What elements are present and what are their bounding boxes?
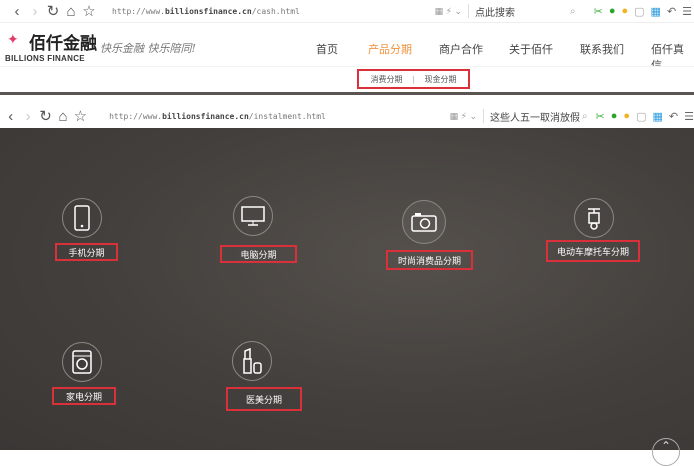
phone-icon[interactable] <box>62 198 102 238</box>
bookmark-star-icon[interactable]: ☆ <box>80 2 98 20</box>
address-bar[interactable]: http://www.billionsfinance.cn/cash.html <box>112 7 362 16</box>
apps-icon[interactable]: ▦ <box>651 5 661 18</box>
forward-icon[interactable]: › <box>26 3 44 20</box>
shield-icon[interactable]: ● <box>623 110 630 122</box>
refresh-icon[interactable]: ↻ <box>37 107 54 125</box>
nav-contact[interactable]: 联系我们 <box>580 41 624 57</box>
camera-icon[interactable] <box>402 200 446 244</box>
product-beauty[interactable]: 医美分期 <box>226 387 302 411</box>
reader-icon[interactable]: ▦ ⚡ ⌄ <box>351 111 477 122</box>
search-icon[interactable]: ⌕ <box>570 6 576 17</box>
product-phone[interactable]: 手机分期 <box>55 243 118 261</box>
undo-icon[interactable]: ↶ <box>667 5 676 18</box>
divider <box>483 109 484 123</box>
menu-icon[interactable]: ☰ <box>684 110 694 123</box>
nav-about[interactable]: 关于佰仟 <box>509 41 553 57</box>
scroll-top-icon[interactable]: ⌃ <box>652 438 680 466</box>
logo-mark-icon: ✦ <box>7 31 19 47</box>
nav-merchant[interactable]: 商户合作 <box>439 41 483 57</box>
reader-icon[interactable]: ▦ ⚡ ⌄ <box>362 6 462 17</box>
back-icon[interactable]: ‹ <box>2 108 19 125</box>
product-appliance[interactable]: 家电分期 <box>52 387 116 405</box>
home-icon[interactable]: ⌂ <box>54 108 71 125</box>
product-fashion[interactable]: 时尚消费品分期 <box>386 250 473 270</box>
scissors-icon[interactable]: ✂ <box>596 110 605 123</box>
image-icon[interactable]: ▢ <box>634 5 644 18</box>
search-input[interactable]: 点此搜索 <box>475 4 570 19</box>
menu-icon[interactable]: ☰ <box>682 5 692 18</box>
search-icon[interactable]: ⌕ <box>582 111 588 122</box>
subnav-consumer[interactable]: 消费分期 <box>370 74 402 85</box>
browser-toolbar-top: ‹ › ↻ ⌂ ☆ http://www.billionsfinance.cn/… <box>0 0 694 22</box>
page-divider <box>0 92 694 105</box>
image-icon[interactable]: ▢ <box>636 110 646 123</box>
lipstick-icon[interactable] <box>232 341 272 381</box>
apps-icon[interactable]: ▦ <box>652 110 662 123</box>
subnav-highlight: 消费分期 | 现金分期 <box>357 69 470 89</box>
scooter-icon[interactable] <box>574 198 614 238</box>
product-hero: 手机分期 电脑分期 时尚消费品分期 电动车摩托车分期 家电分期 医美分期 ⌃ <box>0 128 694 466</box>
bookmark-star-icon[interactable]: ☆ <box>72 107 89 125</box>
site-header: ✦ 佰仟金融 BILLIONS FINANCE 快乐金融 快乐陪同! 首页 产品… <box>0 22 694 72</box>
shield-icon[interactable]: ● <box>621 5 628 17</box>
address-bar[interactable]: http://www.billionsfinance.cn/instalment… <box>109 112 351 121</box>
refresh-icon[interactable]: ↻ <box>44 2 62 20</box>
home-icon[interactable]: ⌂ <box>62 3 80 20</box>
slogan: 快乐金融 快乐陪同! <box>100 42 196 55</box>
extension-green-icon[interactable]: ● <box>611 110 618 122</box>
subnav-divider: | <box>412 74 415 84</box>
divider <box>468 4 469 18</box>
nav-products[interactable]: 产品分期 <box>368 41 412 57</box>
subnav-cash[interactable]: 现金分期 <box>425 74 457 85</box>
washing-machine-icon[interactable] <box>62 342 102 382</box>
product-computer[interactable]: 电脑分期 <box>220 245 297 263</box>
back-icon[interactable]: ‹ <box>8 3 26 20</box>
browser-toolbar-second: ‹ › ↻ ⌂ ☆ http://www.billionsfinance.cn/… <box>0 105 694 127</box>
computer-icon[interactable] <box>233 196 273 236</box>
forward-icon[interactable]: › <box>19 108 36 125</box>
undo-icon[interactable]: ↶ <box>669 110 678 123</box>
extension-green-icon[interactable]: ● <box>609 5 616 17</box>
scissors-icon[interactable]: ✂ <box>594 5 603 18</box>
product-ebike[interactable]: 电动车摩托车分期 <box>546 240 640 262</box>
logo[interactable]: ✦ 佰仟金融 BILLIONS FINANCE <box>5 29 97 63</box>
search-input[interactable]: 这些人五一取消放假 <box>490 109 582 124</box>
sub-nav: 消费分期 | 现金分期 <box>0 66 694 92</box>
nav-home[interactable]: 首页 <box>316 41 338 57</box>
